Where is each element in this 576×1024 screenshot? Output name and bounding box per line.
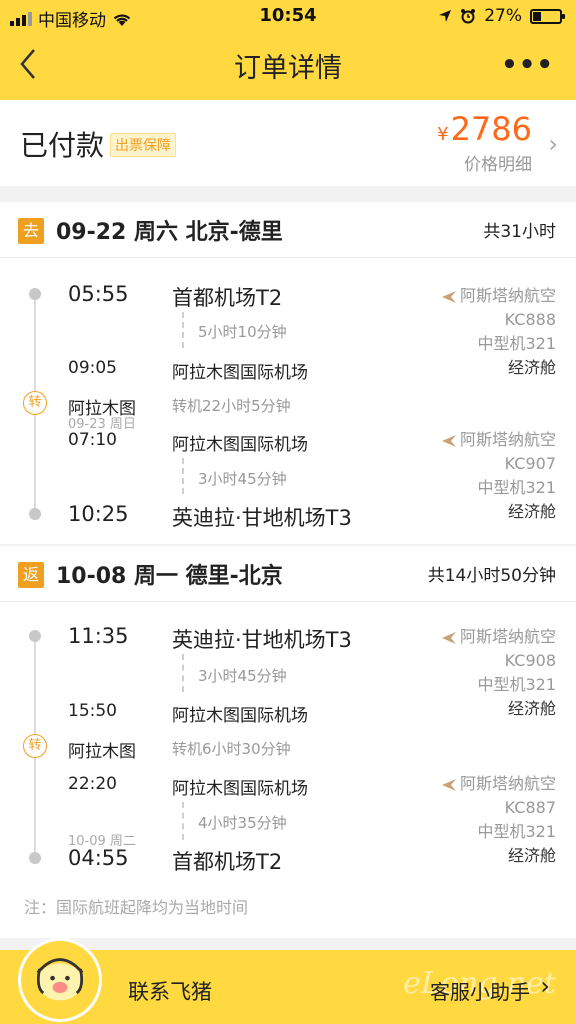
dep-airport: 阿拉木图国际机场 xyxy=(172,779,308,799)
cabin-class: 经济舱 xyxy=(507,358,556,377)
arr-time: 15:50 xyxy=(68,701,117,721)
arr-airport: 阿拉木图国际机场 xyxy=(172,706,308,726)
flight-number: KC888 xyxy=(504,310,556,329)
flight-duration: 3小时45分钟 xyxy=(198,667,287,685)
alarm-icon xyxy=(461,9,476,24)
dep-airport: 首都机场T2 xyxy=(172,286,283,310)
airline-name: 阿斯塔纳航空 xyxy=(459,774,556,793)
outbound-total-duration: 共31小时 xyxy=(483,222,556,242)
flight-dash xyxy=(182,312,184,348)
dep-time: 11:35 xyxy=(68,624,129,648)
timeline-start-dot xyxy=(29,288,41,300)
price-detail-link[interactable]: 价格明细 xyxy=(464,150,532,175)
cabin-class: 经济舱 xyxy=(507,502,556,521)
customer-service-helper-button[interactable]: 客服小助手 xyxy=(430,976,530,1005)
aircraft-type: 中型机321 xyxy=(477,822,556,841)
airline-name: 阿斯塔纳航空 xyxy=(459,430,556,449)
flight-duration: 4小时35分钟 xyxy=(198,814,287,832)
dep-time: 07:10 xyxy=(68,430,117,450)
flight-dash xyxy=(182,654,184,692)
dep-time: 22:20 xyxy=(68,774,117,794)
total-price: ¥2786 xyxy=(437,110,532,148)
price-value: 2786 xyxy=(450,110,532,148)
dep-time: 05:55 xyxy=(68,282,129,306)
transfer-icon: 转 xyxy=(23,391,47,415)
status-bar: 中国移动 10:54 27% xyxy=(0,0,576,32)
timeline-end-dot xyxy=(29,508,41,520)
transfer-info: 转机6小时30分钟 xyxy=(172,740,291,758)
airline-logo-icon xyxy=(441,434,456,447)
local-time-note: 注：国际航班起降均为当地时间 xyxy=(24,898,249,917)
flight-number: KC907 xyxy=(504,454,556,473)
contact-feizhu-button[interactable]: 联系飞猪 xyxy=(128,976,212,1006)
chevron-right-icon: › xyxy=(548,130,558,158)
header-bar: 中国移动 10:54 27% 订单详情 ••• xyxy=(0,0,576,100)
return-header: 返 10-08 周一 德里-北京 共14小时50分钟 xyxy=(0,546,576,602)
battery-percent: 27% xyxy=(484,6,522,26)
aircraft-type: 中型机321 xyxy=(477,334,556,353)
dep-airport: 阿拉木图国际机场 xyxy=(172,435,308,455)
cabin-class: 经济舱 xyxy=(507,846,556,865)
footer-bar: 联系飞猪 eLong.net 客服小助手 › xyxy=(0,938,576,1024)
outbound-tag: 去 xyxy=(18,218,44,244)
flight-duration: 5小时10分钟 xyxy=(198,323,287,341)
airline-name: 阿斯塔纳航空 xyxy=(459,627,556,646)
dep-airport: 英迪拉·甘地机场T3 xyxy=(172,628,352,652)
outbound-card: 去 09-22 周六 北京-德里 共31小时 转 05:55 首都机场T2 5小… xyxy=(0,202,576,544)
page-title: 订单详情 xyxy=(234,53,342,84)
return-total-duration: 共14小时50分钟 xyxy=(427,566,556,586)
airline-info: 阿斯塔纳航空 KC907 中型机321 经济舱 xyxy=(441,428,556,524)
return-tag: 返 xyxy=(18,562,44,588)
order-status: 已付款 xyxy=(20,129,105,162)
return-card: 返 10-08 周一 德里-北京 共14小时50分钟 转 11:35 英迪拉·甘… xyxy=(0,546,576,938)
return-route: 10-08 周一 德里-北京 xyxy=(56,564,283,589)
timeline-end-dot xyxy=(29,852,41,864)
outbound-header: 去 09-22 周六 北京-德里 共31小时 xyxy=(0,202,576,258)
transfer-info: 转机22小时5分钟 xyxy=(172,397,291,415)
arr-time: 09:05 xyxy=(68,358,117,378)
ticket-guarantee-badge: 出票保障 xyxy=(110,133,176,157)
airline-name: 阿斯塔纳航空 xyxy=(459,286,556,305)
airline-logo-icon xyxy=(441,631,456,644)
aircraft-type: 中型机321 xyxy=(477,478,556,497)
arr-time: 10:25 xyxy=(68,502,129,526)
airline-info: 阿斯塔纳航空 KC887 中型机321 经济舱 xyxy=(441,772,556,868)
location-icon xyxy=(439,10,452,22)
flight-number: KC908 xyxy=(504,651,556,670)
airline-logo-icon xyxy=(441,290,456,303)
payment-status-card[interactable]: 已付款 出票保障 ¥2786 价格明细 › xyxy=(0,100,576,186)
flight-number: KC887 xyxy=(504,798,556,817)
transfer-city: 阿拉木图 xyxy=(68,742,136,762)
flight-dash xyxy=(182,802,184,840)
battery-icon xyxy=(530,8,565,24)
cabin-class: 经济舱 xyxy=(507,699,556,718)
airline-info: 阿斯塔纳航空 KC908 中型机321 经济舱 xyxy=(441,625,556,721)
timeline-start-dot xyxy=(29,630,41,642)
arr-time: 04:55 xyxy=(68,846,129,870)
arr-airport: 首都机场T2 xyxy=(172,850,283,874)
outbound-route: 09-22 周六 北京-德里 xyxy=(56,220,283,245)
arr-airport: 英迪拉·甘地机场T3 xyxy=(172,506,352,530)
currency-symbol: ¥ xyxy=(437,124,449,145)
pig-mascot-avatar[interactable] xyxy=(18,938,102,1022)
arr-airport: 阿拉木图国际机场 xyxy=(172,363,308,383)
airline-info: 阿斯塔纳航空 KC888 中型机321 经济舱 xyxy=(441,284,556,380)
more-menu-button[interactable]: ••• xyxy=(501,50,554,80)
transfer-icon: 转 xyxy=(23,734,47,758)
aircraft-type: 中型机321 xyxy=(477,675,556,694)
nav-bar: 订单详情 ••• xyxy=(0,36,576,92)
airline-logo-icon xyxy=(441,778,456,791)
chevron-right-icon: › xyxy=(540,972,550,1000)
flight-dash xyxy=(182,458,184,494)
flight-duration: 3小时45分钟 xyxy=(198,470,287,488)
